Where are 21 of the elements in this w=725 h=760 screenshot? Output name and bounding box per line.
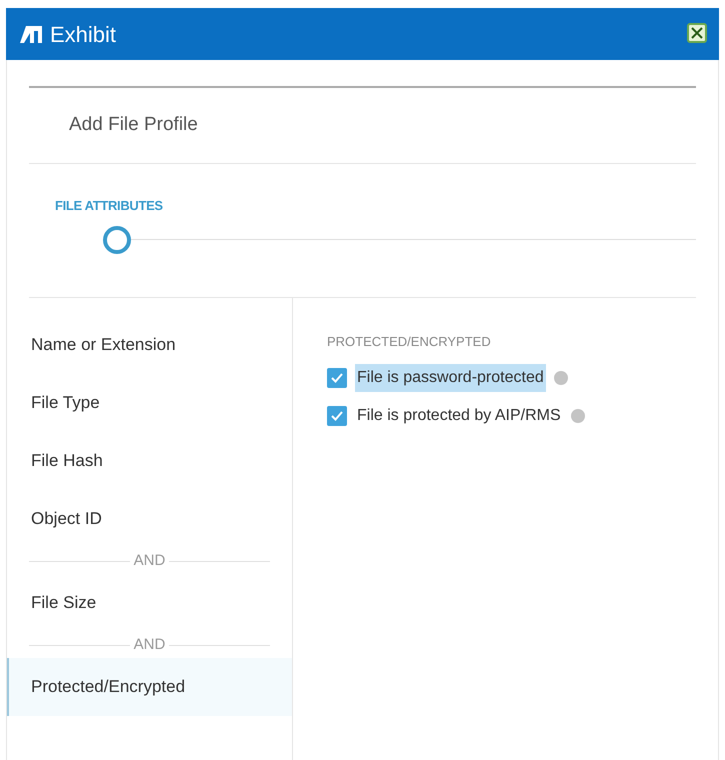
sidebar-item[interactable]: Protected/Encrypted (7, 658, 292, 716)
check-icon (331, 372, 343, 382)
page-title: Add File Profile (69, 113, 198, 138)
and-separator: AND (132, 550, 166, 571)
info-icon[interactable] (570, 408, 585, 422)
sidebar-item[interactable]: Object ID (7, 490, 292, 548)
window-title: Exhibit (50, 20, 116, 48)
and-separator: AND (132, 634, 166, 655)
section-heading: PROTECTED/ENCRYPTED (327, 333, 492, 351)
sidebar-item[interactable]: File Size (7, 574, 292, 632)
option-label[interactable]: File is protected by AIP/RMS (355, 402, 563, 430)
step-label: FILE ATTRIBUTES (55, 197, 164, 215)
expand-icon[interactable] (687, 23, 707, 45)
option-label[interactable]: File is password-protected (355, 364, 546, 392)
info-icon[interactable] (554, 370, 568, 384)
checkbox[interactable] (327, 406, 347, 426)
sidebar-item[interactable]: File Type (7, 374, 292, 432)
sidebar-item[interactable]: Name or Extension (7, 316, 292, 374)
sidebar-item[interactable]: File Hash (7, 432, 292, 490)
check-icon (331, 410, 343, 420)
checkbox[interactable] (327, 368, 347, 388)
